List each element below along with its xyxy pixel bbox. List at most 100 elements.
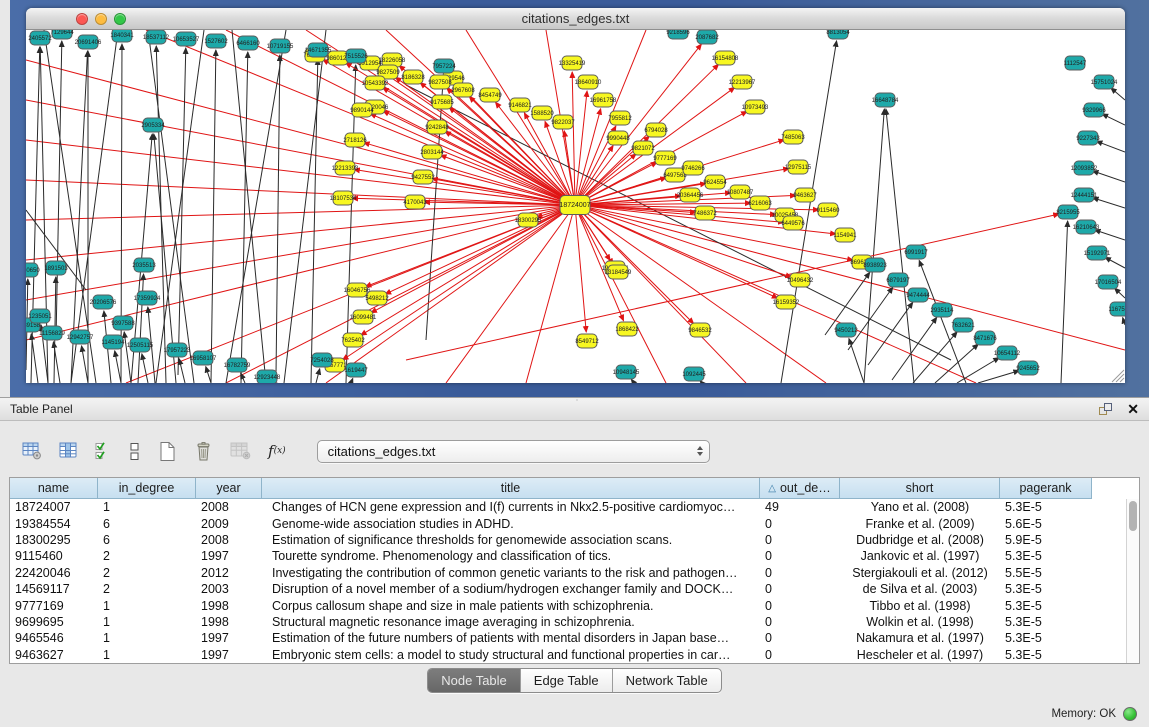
tab-node-table[interactable]: Node Table bbox=[428, 669, 520, 692]
network-node[interactable]: 9846532 bbox=[688, 323, 712, 337]
scrollbar-thumb[interactable] bbox=[1129, 501, 1137, 531]
network-node[interactable]: 9624554 bbox=[703, 175, 727, 189]
network-node[interactable]: 8471676 bbox=[973, 331, 997, 345]
network-node[interactable]: 12975115 bbox=[785, 160, 812, 174]
network-node[interactable]: 7957224 bbox=[432, 59, 456, 73]
table-cell[interactable]: Dudbridge et al. (2008) bbox=[840, 533, 1000, 547]
table-cell[interactable]: 0 bbox=[760, 549, 840, 563]
table-cell[interactable]: 5.3E-5 bbox=[1000, 631, 1092, 645]
network-node[interactable]: 8938923 bbox=[863, 258, 887, 272]
table-cell[interactable]: 0 bbox=[760, 517, 840, 531]
network-node[interactable]: 9450212 bbox=[834, 323, 858, 337]
network-node[interactable]: 8549712 bbox=[575, 334, 599, 348]
table-select-dropdown[interactable]: citations_edges.txt bbox=[317, 440, 710, 463]
network-node[interactable]: 9474444 bbox=[906, 288, 930, 302]
table-cell[interactable]: 1997 bbox=[196, 549, 262, 563]
network-node[interactable]: 8186328 bbox=[401, 70, 425, 84]
table-row[interactable]: 2242004622012Investigating the contribut… bbox=[10, 565, 1126, 581]
table-cell[interactable]: 0 bbox=[760, 615, 840, 629]
network-node[interactable]: 9242848 bbox=[425, 120, 449, 134]
table-cell[interactable]: 2008 bbox=[196, 500, 262, 514]
table-cell[interactable]: 1997 bbox=[196, 648, 262, 662]
network-graph[interactable]: 18724007 7663822 9860128 5912954 1822605… bbox=[26, 30, 1125, 383]
network-node[interactable]: 5498212 bbox=[365, 291, 389, 305]
table-cell[interactable]: Wolkin et al. (1998) bbox=[840, 615, 1000, 629]
table-cell[interactable]: 5.3E-5 bbox=[1000, 582, 1092, 596]
network-node[interactable]: 1891503 bbox=[44, 261, 68, 275]
table-cell[interactable]: 1997 bbox=[196, 631, 262, 645]
table-cell[interactable]: Nakamura et al. (1997) bbox=[840, 631, 1000, 645]
network-node[interactable]: 16958107 bbox=[190, 351, 217, 365]
table-cell[interactable]: 0 bbox=[760, 533, 840, 547]
network-node[interactable]: 6794028 bbox=[644, 123, 668, 137]
column-header-out_de[interactable]: △out_de… bbox=[760, 478, 840, 499]
table-cell[interactable]: 5.3E-5 bbox=[1000, 615, 1092, 629]
network-window-titlebar[interactable]: citations_edges.txt bbox=[26, 8, 1125, 30]
table-cell[interactable]: 6 bbox=[98, 517, 196, 531]
network-node[interactable]: 12505115 bbox=[127, 338, 154, 352]
table-row[interactable]: 1938455462009Genome-wide association stu… bbox=[10, 515, 1126, 531]
network-node[interactable]: 7129644 bbox=[50, 30, 74, 39]
network-node[interactable]: 9146821 bbox=[508, 98, 532, 112]
table-row[interactable]: 1872400712008Changes of HCN gene express… bbox=[10, 499, 1126, 515]
network-node[interactable]: 9115460 bbox=[817, 203, 841, 217]
zoom-window-icon[interactable] bbox=[114, 13, 126, 25]
table-cell[interactable]: 18724007 bbox=[10, 500, 98, 514]
table-cell[interactable]: 5.3E-5 bbox=[1000, 648, 1092, 662]
table-cell[interactable]: 2009 bbox=[196, 517, 262, 531]
network-node[interactable]: 1527602 bbox=[204, 34, 228, 48]
network-node[interactable]: 9463627 bbox=[793, 188, 817, 202]
network-node[interactable]: 10973493 bbox=[742, 100, 769, 114]
delete-column-icon[interactable] bbox=[194, 441, 213, 462]
close-icon[interactable]: ✕ bbox=[1127, 402, 1139, 416]
network-canvas[interactable]: 18724007 7663822 9860128 5912954 1822605… bbox=[26, 30, 1125, 383]
table-cell[interactable]: 0 bbox=[760, 582, 840, 596]
network-node[interactable]: 10653527 bbox=[173, 32, 200, 46]
table-cell[interactable]: 2 bbox=[98, 566, 196, 580]
network-node[interactable]: 16154808 bbox=[712, 51, 739, 65]
table-cell[interactable]: 1 bbox=[98, 648, 196, 662]
network-node[interactable]: 17957223 bbox=[164, 343, 191, 357]
table-row[interactable]: 946362711997Embryonic stem cells: a mode… bbox=[10, 647, 1126, 663]
table-row[interactable]: 1456911722003Disruption of a novel membe… bbox=[10, 581, 1126, 597]
network-node[interactable]: 9990448 bbox=[606, 131, 630, 145]
network-node[interactable]: 18724007 bbox=[559, 196, 590, 215]
table-cell[interactable]: 1 bbox=[98, 615, 196, 629]
create-column-icon[interactable] bbox=[158, 441, 177, 462]
table-cell[interactable]: 18300295 bbox=[10, 533, 98, 547]
network-node[interactable]: 6449576 bbox=[781, 216, 805, 230]
table-cell[interactable]: de Silva et al. (2003) bbox=[840, 582, 1000, 596]
network-node[interactable]: 9227343 bbox=[1076, 131, 1100, 145]
table-cell[interactable]: 0 bbox=[760, 631, 840, 645]
column-header-year[interactable]: year bbox=[196, 478, 262, 499]
table-cell[interactable]: 2003 bbox=[196, 582, 262, 596]
network-node[interactable]: 16210643 bbox=[1073, 220, 1100, 234]
table-cell[interactable]: 5.3E-5 bbox=[1000, 549, 1092, 563]
network-node[interactable]: 7955812 bbox=[608, 111, 632, 125]
network-node[interactable]: 8215955 bbox=[1056, 205, 1080, 219]
table-settings-icon[interactable] bbox=[22, 442, 42, 460]
table-cell[interactable]: Tibbo et al. (1998) bbox=[840, 599, 1000, 613]
network-node[interactable]: 9827508 bbox=[428, 75, 452, 89]
network-node[interactable]: 15751024 bbox=[1091, 75, 1118, 89]
network-node[interactable]: 10719155 bbox=[267, 39, 294, 53]
network-node[interactable]: 18640910 bbox=[575, 75, 602, 89]
table-cell[interactable]: 0 bbox=[760, 566, 840, 580]
select-columns-icon[interactable] bbox=[59, 442, 78, 460]
table-cell[interactable]: Stergiakouli et al. (2012) bbox=[840, 566, 1000, 580]
table-cell[interactable]: 1998 bbox=[196, 599, 262, 613]
table-cell[interactable]: 5.6E-5 bbox=[1000, 517, 1092, 531]
network-node[interactable]: 2935114 bbox=[931, 303, 955, 317]
table-cell[interactable]: 9777169 bbox=[10, 599, 98, 613]
table-row[interactable]: 946554611997Estimation of the future num… bbox=[10, 630, 1126, 646]
network-node[interactable]: 9890144 bbox=[350, 103, 374, 117]
table-cell[interactable]: 0 bbox=[760, 599, 840, 613]
float-window-icon[interactable] bbox=[1099, 403, 1113, 416]
column-header-name[interactable]: name bbox=[10, 478, 98, 499]
resize-grip-icon[interactable] bbox=[1112, 370, 1124, 382]
network-node[interactable]: 9427552 bbox=[411, 170, 435, 184]
column-header-in_degree[interactable]: in_degree bbox=[98, 478, 196, 499]
table-cell[interactable]: Disruption of a novel member of a sodium… bbox=[262, 582, 760, 596]
network-node[interactable]: 9175685 bbox=[430, 95, 454, 109]
table-cell[interactable]: Changes of HCN gene expression and I(f) … bbox=[262, 500, 760, 514]
